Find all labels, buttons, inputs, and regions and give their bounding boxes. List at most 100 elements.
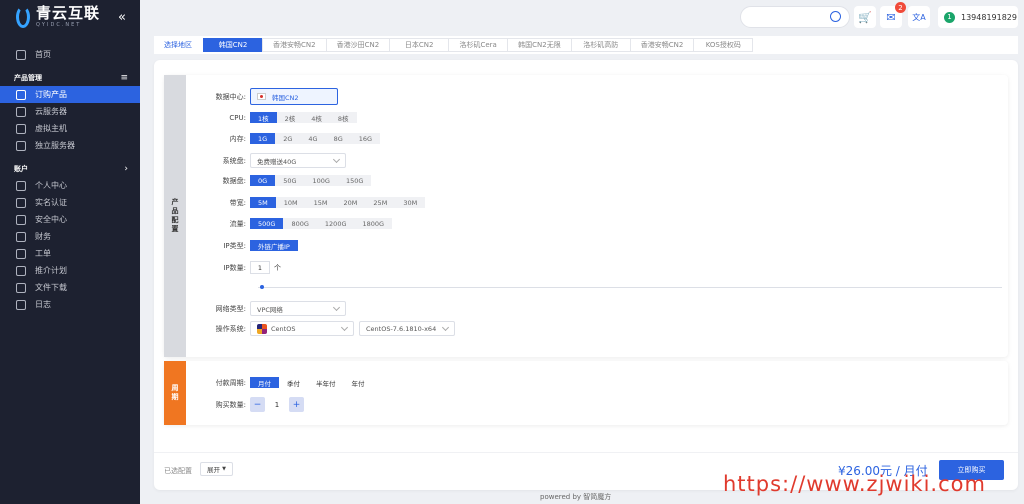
data-disk-option[interactable]: 50G <box>275 175 305 186</box>
watermark: https://www.zjwiki.com <box>723 472 986 496</box>
traffic-row: 流量: 500G 800G 1200G 1800G <box>196 218 393 229</box>
bandwidth-option[interactable]: 15M <box>305 197 336 208</box>
sidebar-item-label: 虚拟主机 <box>35 124 67 133</box>
user-phone: 13948191829 <box>961 12 1017 22</box>
messages-button[interactable]: ✉ 2 <box>880 2 906 28</box>
bandwidth-option[interactable]: 20M <box>335 197 366 208</box>
system-disk-select[interactable]: 免费赠送40G <box>250 153 346 168</box>
user-menu[interactable]: 1 13948191829 <box>938 6 1018 28</box>
bandwidth-option[interactable]: 30M <box>395 197 426 208</box>
sidebar-item-ticket[interactable]: 工单 <box>0 245 140 262</box>
collapse-sidebar-icon[interactable]: « <box>118 10 126 25</box>
traffic-option[interactable]: 1200G <box>316 218 355 229</box>
region-tab[interactable]: 洛杉矶Cera <box>448 38 509 52</box>
region-selector: 选择地区 韩国CN2 香港安畅CN2 香港沙田CN2 日本CN2 洛杉矶Cera… <box>154 36 1018 54</box>
cpu-option[interactable]: 2核 <box>276 112 304 123</box>
region-tab[interactable]: 日本CN2 <box>389 38 450 52</box>
cpu-option[interactable]: 8核 <box>329 112 357 123</box>
bandwidth-option[interactable]: 5M <box>250 197 276 208</box>
sidebar-item-order[interactable]: 订购产品 <box>0 86 140 103</box>
slider-handle[interactable] <box>260 285 264 289</box>
increment-button[interactable]: + <box>289 397 304 412</box>
sidebar-item-verify[interactable]: 实名认证 <box>0 194 140 211</box>
sidebar-item-downloads[interactable]: 文件下载 <box>0 279 140 296</box>
sidebar-item-security[interactable]: 安全中心 <box>0 211 140 228</box>
bandwidth-option[interactable]: 25M <box>365 197 396 208</box>
quantity-stepper: − 1 + <box>250 397 304 412</box>
period-card: 周期 付款周期: 月付 季付 半年付 年付 购买数量: − 1 + <box>164 361 1008 425</box>
memory-option[interactable]: 2G <box>275 133 301 144</box>
cpu-option[interactable]: 1核 <box>250 112 277 123</box>
language-button[interactable]: 文A <box>908 6 930 28</box>
sidebar-item-dedicated[interactable]: 独立服务器 <box>0 137 140 154</box>
ip-type-option[interactable]: 外链广播IP <box>250 240 298 251</box>
cycle-option[interactable]: 月付 <box>250 377 279 388</box>
sidebar-item-label: 安全中心 <box>35 215 67 224</box>
field-label: CPU: <box>229 113 246 122</box>
nav-group-account[interactable]: 账户 › <box>0 160 140 177</box>
data-disk-option[interactable]: 100G <box>304 175 338 186</box>
traffic-option[interactable]: 1800G <box>354 218 393 229</box>
region-tab[interactable]: 韩国CN2 <box>203 38 263 52</box>
sidebar-item-logs[interactable]: 日志 <box>0 296 140 313</box>
region-tab[interactable]: 香港沙田CN2 <box>325 38 391 52</box>
period-label: 周期 <box>164 361 186 425</box>
os-select[interactable]: CentOS <box>250 321 354 336</box>
cpu-option[interactable]: 4核 <box>303 112 330 123</box>
cart-button[interactable]: 🛒 <box>854 6 876 28</box>
ip-count-input[interactable]: 1 <box>250 261 270 274</box>
sidebar-item-finance[interactable]: 财务 <box>0 228 140 245</box>
memory-option[interactable]: 1G <box>250 133 276 144</box>
decrement-button[interactable]: − <box>250 397 265 412</box>
expand-button[interactable]: 展开 ▼ <box>200 462 233 476</box>
memory-option[interactable]: 4G <box>300 133 326 144</box>
memory-row: 内存: 1G 2G 4G 8G 16G <box>196 133 381 144</box>
region-tab[interactable]: 香港安畅CN2 <box>262 38 327 52</box>
traffic-option[interactable]: 800G <box>283 218 317 229</box>
cycle-option[interactable]: 年付 <box>343 377 373 388</box>
nav-group-products[interactable]: 产品管理 ≡ <box>0 69 140 86</box>
sidebar-item-label: 工单 <box>35 249 51 258</box>
bandwidth-option[interactable]: 10M <box>275 197 306 208</box>
sidebar-item-affiliate[interactable]: 推介计划 <box>0 262 140 279</box>
field-label: 购买数量: <box>215 400 246 409</box>
field-label: 流量: <box>229 219 246 228</box>
memory-option[interactable]: 8G <box>325 133 351 144</box>
data-disk-option[interactable]: 150G <box>337 175 372 186</box>
network-row: 网络类型: VPC网络 <box>196 301 346 316</box>
search-icon[interactable] <box>830 11 841 22</box>
logo[interactable]: 青云互联 QYIDC.NET « <box>0 0 140 34</box>
sidebar-item-cloud-server[interactable]: 云服务器 <box>0 103 140 120</box>
system-disk-row: 系统盘: 免费赠送40G <box>196 153 346 168</box>
chevron-down-icon <box>340 323 349 332</box>
user-icon <box>16 180 26 191</box>
cloud-icon <box>16 106 26 117</box>
traffic-option[interactable]: 500G <box>250 218 284 229</box>
memory-option[interactable]: 16G <box>350 133 381 144</box>
network-select[interactable]: VPC网络 <box>250 301 346 316</box>
cycle-option[interactable]: 季付 <box>279 377 308 388</box>
logo-icon <box>16 6 30 28</box>
select-value: VPC网络 <box>257 305 283 314</box>
sidebar-item-virtual-host[interactable]: 虚拟主机 <box>0 120 140 137</box>
sidebar-item-label: 推介计划 <box>35 266 67 275</box>
sidebar-item-home[interactable]: 首页 <box>0 46 140 63</box>
datacenter-option[interactable]: 韩国CN2 <box>250 88 338 105</box>
ip-count-slider[interactable] <box>258 285 1002 289</box>
search-input[interactable] <box>740 6 850 28</box>
data-disk-option[interactable]: 0G <box>250 175 276 186</box>
notification-badge: 2 <box>895 2 906 13</box>
region-tab[interactable]: 韩国CN2无限 <box>507 38 572 52</box>
sidebar-item-profile[interactable]: 个人中心 <box>0 177 140 194</box>
sidebar-item-label: 文件下载 <box>35 283 67 292</box>
region-tab[interactable]: 香港安畅CN2 <box>629 38 695 52</box>
region-tab[interactable]: 洛杉矶高防 <box>570 38 631 52</box>
quantity-value[interactable]: 1 <box>265 401 289 409</box>
sidebar: 青云互联 QYIDC.NET « 首页 产品管理 ≡ 订购产品 云服务器 虚拟主机… <box>0 0 140 504</box>
field-label: 付款周期: <box>215 378 246 387</box>
cycle-option[interactable]: 半年付 <box>308 377 344 388</box>
os-version-select[interactable]: CentOS-7.6.1810-x64 <box>359 321 455 336</box>
region-tab[interactable]: KOS授权码 <box>693 38 754 52</box>
order-panel: 产品配置 数据中心: 韩国CN2 CPU: 1核 2核 4核 8核 内存: 1G… <box>154 60 1018 490</box>
home-icon <box>16 49 26 60</box>
